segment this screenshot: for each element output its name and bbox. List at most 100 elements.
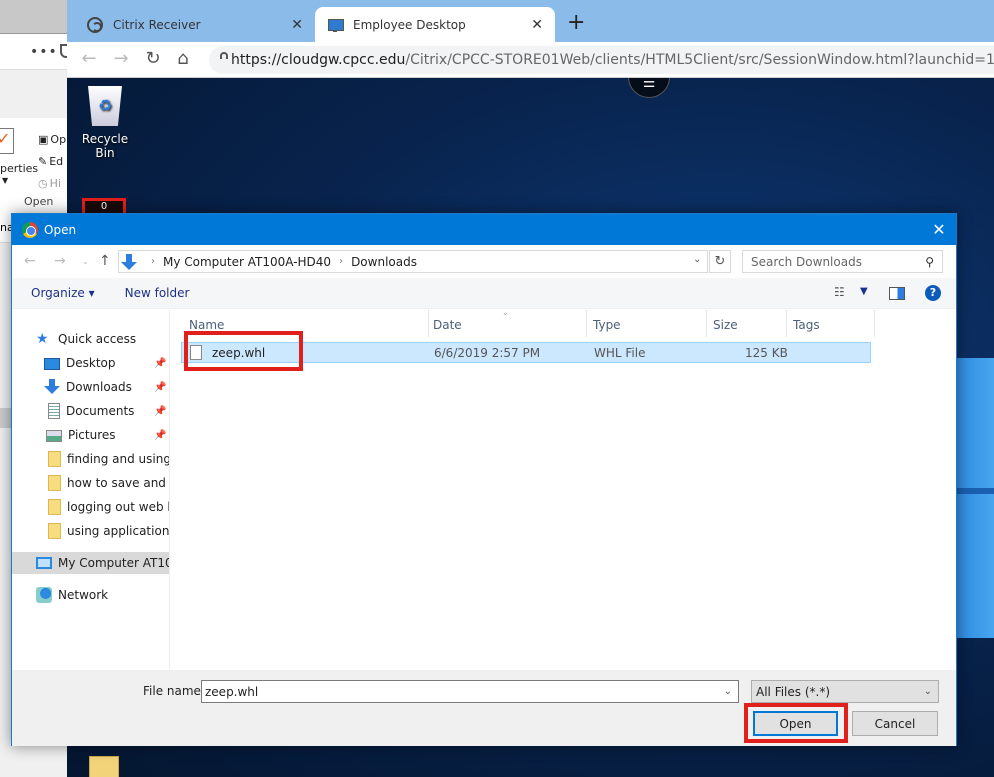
help-icon[interactable]: ? — [925, 285, 941, 301]
search-placeholder: Search Downloads — [751, 254, 862, 269]
computer-icon — [36, 557, 52, 569]
file-name-input[interactable]: zeep.whl ⌄ — [201, 680, 739, 703]
file-type-value: All Files (*.*) — [756, 684, 831, 699]
star-icon: ★ — [36, 331, 49, 347]
nav-this-pc[interactable]: My Computer AT100A — [12, 552, 169, 574]
up-button[interactable]: ↑ — [99, 253, 111, 269]
open-button[interactable]: Open — [753, 711, 838, 736]
navigation-bar: ← → ↻ ⌂ https://cloudgw.cpcc.edu/Citrix/… — [67, 42, 994, 78]
properties-icon[interactable] — [0, 128, 14, 154]
downloads-icon — [121, 253, 137, 270]
back-button[interactable]: ← — [24, 253, 36, 269]
nav-folder[interactable]: using applications a — [12, 520, 169, 542]
file-type-select[interactable]: All Files (*.*) ⌄ — [751, 680, 939, 703]
reload-button[interactable]: ↻ — [141, 48, 165, 69]
open-image-icon: ▣ — [38, 132, 49, 146]
close-tab-icon[interactable]: ✕ — [531, 17, 543, 33]
file-icon — [190, 345, 202, 360]
organize-button[interactable]: Organize ▾ — [31, 286, 95, 300]
preview-pane-icon[interactable] — [889, 287, 905, 300]
column-headers: Name ⌄ Date Type Size Tags — [171, 308, 958, 337]
column-divider[interactable] — [874, 310, 875, 337]
pictures-icon — [46, 430, 62, 442]
new-tab-button[interactable]: + — [567, 12, 585, 34]
file-size: 125 KB — [745, 346, 788, 360]
folder-icon[interactable] — [89, 756, 119, 777]
column-tags[interactable]: Tags — [793, 318, 820, 332]
column-divider[interactable] — [586, 310, 587, 337]
pin-icon: 📌 — [154, 381, 167, 393]
properties-dropdown-icon[interactable]: ▼ — [2, 176, 8, 185]
sort-indicator-icon: ⌄ — [502, 308, 509, 317]
chevron-right-icon[interactable]: › — [339, 256, 343, 267]
url-path: /Citrix/CPCC-STORE01Web/clients/HTML5Cli… — [405, 52, 994, 68]
file-name-value: zeep.whl — [205, 684, 259, 699]
more-options-icon[interactable]: ••• — [30, 44, 58, 60]
search-input[interactable]: Search Downloads ⚲ — [742, 250, 943, 273]
home-button[interactable]: ⌂ — [171, 48, 195, 69]
column-type[interactable]: Type — [593, 318, 621, 332]
nav-folder[interactable]: finding and using a — [12, 448, 169, 470]
close-tab-icon[interactable]: ✕ — [291, 17, 303, 33]
chevron-down-icon[interactable]: ⌄ — [924, 686, 932, 697]
column-divider[interactable] — [706, 310, 707, 337]
navigation-pane: ★ Quick access Desktop 📌 Downloads 📌 Doc… — [12, 310, 170, 670]
breadcrumb[interactable]: › My Computer AT100A-HD40 › Downloads — [118, 250, 708, 273]
file-name: zeep.whl — [212, 346, 266, 360]
nav-documents[interactable]: Documents 📌 — [12, 400, 169, 422]
nav-network[interactable]: Network — [12, 584, 169, 606]
edit-icon: ✎ — [38, 154, 48, 168]
chevron-down-icon[interactable]: ▼ — [860, 286, 868, 297]
search-icon: ⚲ — [925, 254, 934, 269]
back-button[interactable]: ← — [77, 48, 101, 69]
forward-button[interactable]: → — [109, 48, 133, 69]
folder-icon — [48, 499, 61, 515]
file-row[interactable]: zeep.whl 6/6/2019 2:57 PM WHL File 125 K… — [181, 342, 871, 363]
nav-folder[interactable]: logging out web bro — [12, 496, 169, 518]
refresh-button[interactable]: ↻ — [709, 250, 731, 273]
nav-quick-access[interactable]: ★ Quick access — [12, 328, 169, 350]
chevron-down-icon[interactable]: ⌄ — [693, 254, 701, 265]
documents-icon — [48, 403, 60, 419]
nav-folder[interactable]: how to save and up — [12, 472, 169, 494]
recent-locations-icon[interactable]: ⌄ — [82, 257, 89, 266]
pin-icon: 📌 — [154, 405, 167, 417]
nav-downloads[interactable]: Downloads 📌 — [12, 376, 169, 398]
file-name-label: File name: — [143, 684, 205, 698]
chrome-icon — [22, 221, 38, 238]
breadcrumb-item[interactable]: My Computer AT100A-HD40 — [163, 255, 331, 269]
chevron-right-icon[interactable]: › — [151, 256, 155, 267]
tab-label: Citrix Receiver — [113, 17, 201, 32]
downloads-icon — [44, 379, 60, 395]
close-icon[interactable]: ✕ — [922, 220, 956, 239]
column-date[interactable]: Date — [433, 318, 462, 332]
forward-button[interactable]: → — [54, 253, 66, 269]
nav-desktop[interactable]: Desktop 📌 — [12, 352, 169, 374]
tab-bar: Citrix Receiver ✕ Employee Desktop ✕ + — [67, 0, 994, 42]
recycle-bin-icon — [88, 86, 122, 126]
tab-employee-desktop[interactable]: Employee Desktop ✕ — [315, 7, 555, 42]
column-size[interactable]: Size — [713, 318, 738, 332]
tab-citrix-receiver[interactable]: Citrix Receiver ✕ — [75, 7, 315, 42]
cancel-button[interactable]: Cancel — [852, 711, 938, 736]
windows-logo-wallpaper — [952, 358, 994, 638]
recycle-bin-shortcut[interactable]: Recycle Bin — [73, 86, 137, 160]
open-file-dialog: Open ✕ ← → ⌄ ↑ › My Computer AT100A-HD40… — [11, 213, 957, 746]
address-bar[interactable]: https://cloudgw.cpcc.edu/Citrix/CPCC-STO… — [209, 46, 994, 74]
column-divider[interactable] — [786, 310, 787, 337]
column-name[interactable]: Name — [189, 318, 224, 332]
folder-icon — [48, 475, 61, 491]
column-divider[interactable] — [428, 310, 429, 337]
view-options-icon[interactable]: ☷ — [834, 285, 845, 299]
breadcrumb-item[interactable]: Downloads — [351, 255, 417, 269]
properties-label[interactable]: perties — [0, 162, 38, 175]
dialog-footer: File name: zeep.whl ⌄ All Files (*.*) ⌄ … — [12, 670, 956, 746]
monitor-icon — [327, 17, 344, 33]
hamburger-icon[interactable]: ☰ — [628, 78, 670, 98]
dialog-address-row: ← → ⌄ ↑ › My Computer AT100A-HD40 › Down… — [12, 245, 956, 278]
new-folder-button[interactable]: New folder — [125, 286, 190, 300]
nav-pictures[interactable]: Pictures 📌 — [12, 424, 169, 446]
chevron-down-icon[interactable]: ⌄ — [724, 686, 732, 697]
pin-icon: 📌 — [154, 429, 167, 441]
pin-icon: 📌 — [154, 357, 167, 369]
